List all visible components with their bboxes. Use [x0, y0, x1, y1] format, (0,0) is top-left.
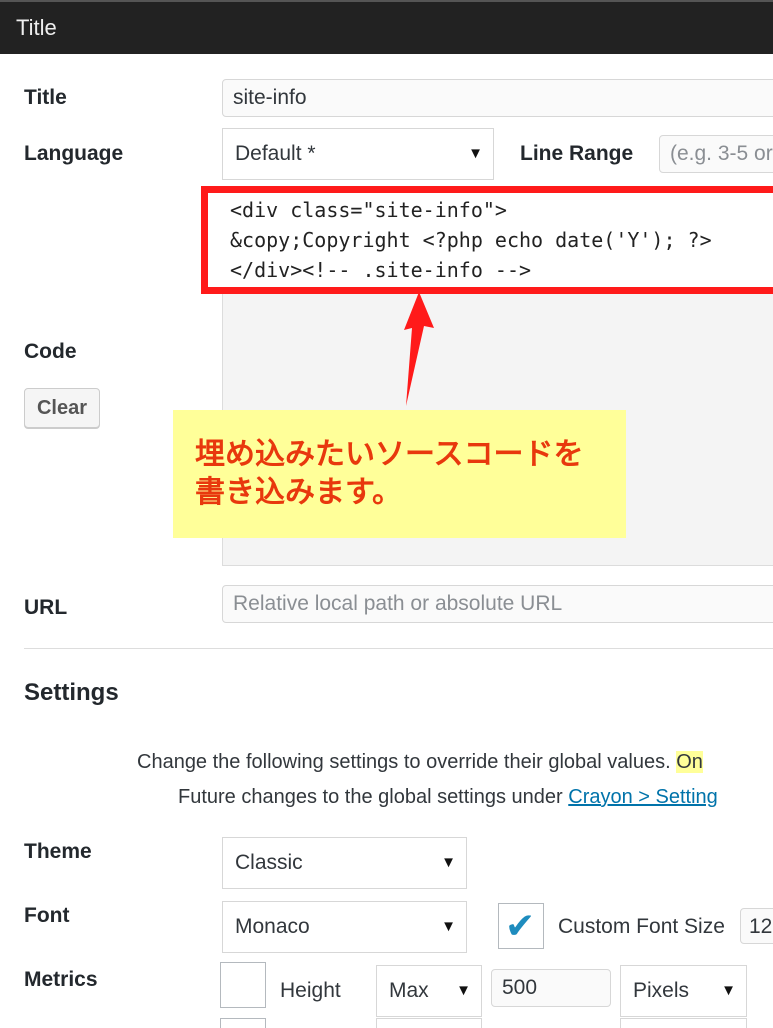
settings-heading: Settings — [24, 679, 119, 706]
theme-label: Theme — [24, 840, 92, 863]
title-bar: Title — [0, 0, 773, 54]
line-range-label: Line Range — [520, 142, 634, 165]
clear-button[interactable]: Clear — [24, 388, 100, 428]
crayon-settings-link[interactable]: Crayon > Setting — [568, 786, 718, 808]
theme-select-value: Classic — [235, 851, 303, 874]
url-label: URL — [24, 596, 68, 619]
section-divider — [24, 648, 773, 649]
height-checkbox[interactable] — [220, 962, 266, 1008]
font-select-value: Monaco — [235, 915, 310, 938]
height-value-input[interactable]: 500 — [491, 969, 611, 1007]
font-label: Font — [24, 904, 70, 927]
custom-font-size-checkbox[interactable]: ✔ — [498, 903, 544, 949]
code-line-2: &copy;Copyright <?php echo date('Y'); ?> — [230, 228, 712, 252]
annotation-line-1: 埋め込みたいソースコードを — [195, 437, 584, 472]
title-label: Title — [24, 86, 67, 109]
chevron-down-icon: ▼ — [441, 854, 456, 871]
settings-description-2: Future changes to the global settings un… — [178, 786, 718, 809]
title-input-value: site-info — [233, 86, 307, 109]
settings-description-1-highlight: On — [676, 751, 703, 773]
title-bar-text: Title — [16, 15, 57, 40]
next-row-checkbox[interactable] — [220, 1018, 266, 1028]
custom-font-size-input[interactable]: 12 — [740, 908, 773, 944]
line-range-input[interactable]: (e.g. 3-5 or — [659, 135, 773, 173]
chevron-down-icon: ▼ — [456, 982, 471, 999]
height-unit-select[interactable]: Pixels ▼ — [620, 965, 747, 1017]
settings-description-1-text: Change the following settings to overrid… — [137, 751, 671, 773]
chevron-down-icon: ▼ — [468, 145, 483, 162]
annotation-line-2: 書き込みます。 — [195, 475, 402, 510]
metrics-label: Metrics — [24, 968, 98, 991]
height-unit-value: Pixels — [633, 979, 690, 1002]
settings-description-2-text: Future changes to the global settings un… — [178, 786, 563, 808]
title-input[interactable]: site-info — [222, 79, 773, 117]
code-line-3: </div><!-- .site-info --> — [230, 258, 532, 282]
font-select[interactable]: Monaco ▼ — [222, 901, 467, 953]
language-select-value: Default * — [235, 142, 316, 165]
language-select[interactable]: Default * ▼ — [222, 128, 494, 180]
height-mode-value: Max — [389, 979, 429, 1002]
height-value: 500 — [502, 976, 538, 999]
annotation-note: 埋め込みたいソースコードを 書き込みます。 — [173, 410, 626, 538]
checkmark-icon: ✔ — [505, 905, 536, 946]
custom-font-size-label: Custom Font Size — [558, 915, 725, 938]
code-label: Code — [24, 340, 77, 363]
code-line-1: <div class="site-info"> — [230, 198, 507, 222]
theme-select[interactable]: Classic ▼ — [222, 837, 467, 889]
settings-description-1: Change the following settings to overrid… — [137, 751, 703, 774]
chevron-down-icon: ▼ — [441, 918, 456, 935]
next-row-select-2[interactable] — [620, 1018, 747, 1028]
chevron-down-icon: ▼ — [721, 982, 736, 999]
url-placeholder: Relative local path or absolute URL — [233, 592, 563, 615]
red-arrow-up-icon — [404, 292, 434, 406]
custom-font-size-value: 12 — [749, 915, 773, 938]
url-input[interactable]: Relative local path or absolute URL — [222, 585, 773, 623]
height-mode-select[interactable]: Max ▼ — [376, 965, 482, 1017]
language-label: Language — [24, 142, 124, 165]
next-row-select[interactable] — [376, 1018, 482, 1028]
line-range-placeholder: (e.g. 3-5 or — [670, 142, 773, 165]
height-label: Height — [280, 979, 341, 1002]
